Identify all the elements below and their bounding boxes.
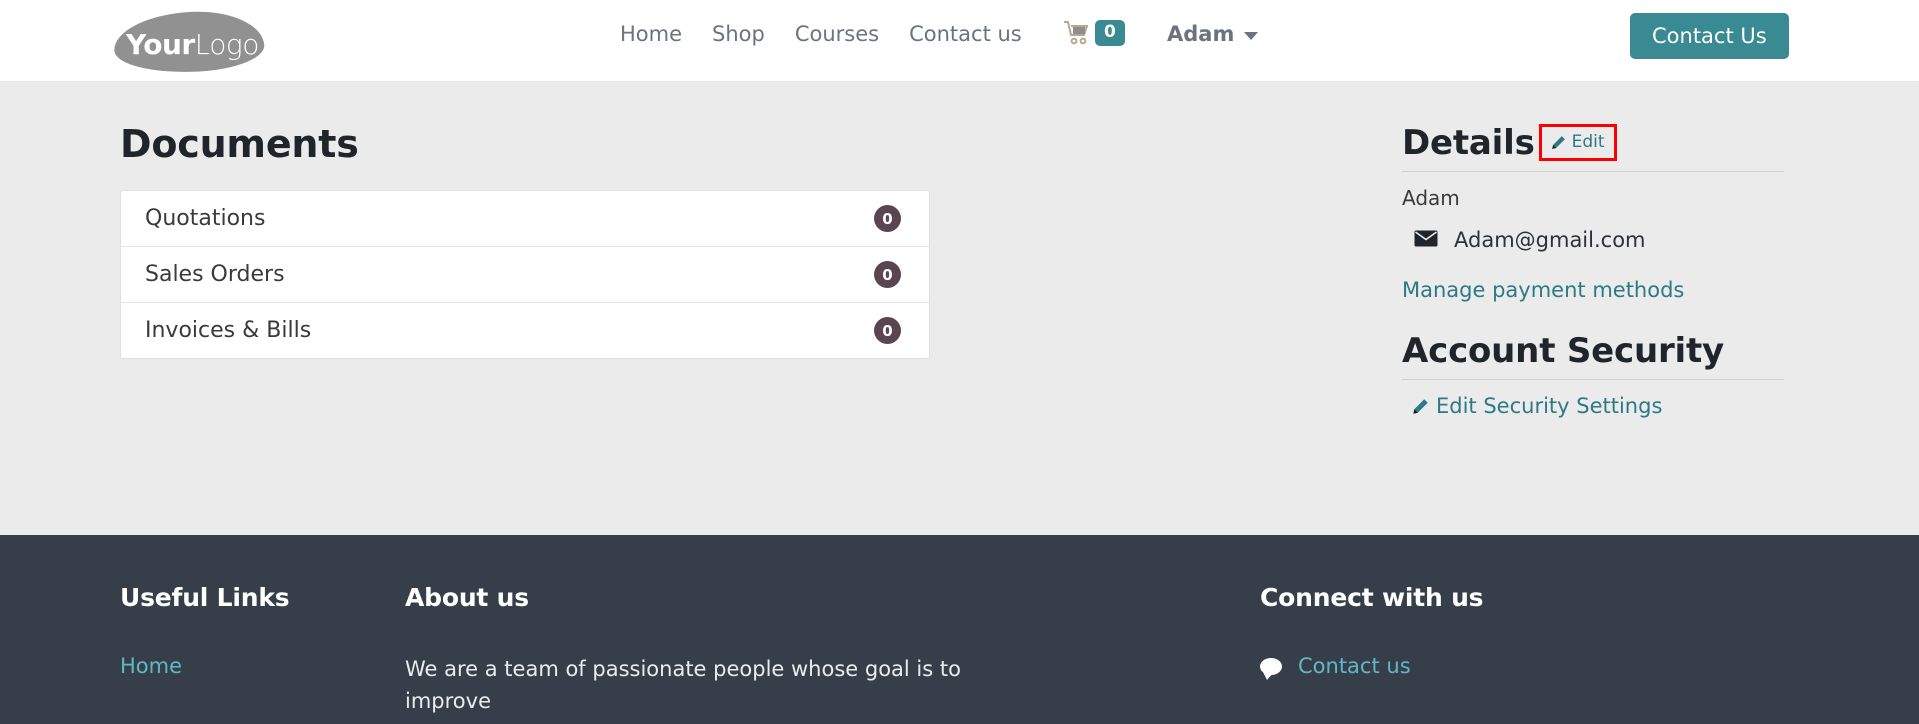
document-row-count: 0 bbox=[874, 205, 901, 232]
footer-useful-links: Useful Links Home bbox=[120, 583, 380, 678]
details-title: Details bbox=[1402, 123, 1535, 164]
shopping-cart-icon bbox=[1063, 20, 1093, 46]
list-item[interactable]: Quotations 0 bbox=[121, 191, 929, 247]
cart-button[interactable]: 0 bbox=[1063, 20, 1125, 46]
details-divider bbox=[1402, 171, 1784, 172]
logo-bold-text: Your bbox=[126, 28, 195, 61]
footer-about-us: About us We are a team of passionate peo… bbox=[405, 583, 1005, 717]
details-email-row: Adam@gmail.com bbox=[1402, 228, 1784, 252]
user-menu-dropdown[interactable]: Adam bbox=[1167, 22, 1259, 46]
main-navigation: Home Shop Courses Contact us bbox=[620, 22, 1022, 46]
details-header: Details Edit bbox=[1402, 116, 1784, 162]
pencil-icon bbox=[1412, 398, 1428, 414]
account-security-divider bbox=[1402, 378, 1784, 380]
contact-us-button[interactable]: Contact Us bbox=[1630, 13, 1789, 59]
page-body: Documents Quotations 0 Sales Orders 0 In… bbox=[0, 82, 1919, 535]
documents-list: Quotations 0 Sales Orders 0 Invoices & B… bbox=[120, 190, 930, 359]
details-user-name: Adam bbox=[1402, 186, 1460, 210]
list-item[interactable]: Sales Orders 0 bbox=[121, 247, 929, 303]
nav-item-shop[interactable]: Shop bbox=[712, 22, 765, 46]
document-row-label: Sales Orders bbox=[145, 262, 285, 287]
site-logo[interactable]: YourLogo bbox=[112, 6, 266, 76]
edit-details-link[interactable]: Edit bbox=[1551, 132, 1605, 152]
edit-details-highlight[interactable]: Edit bbox=[1538, 124, 1617, 161]
user-menu-label: Adam bbox=[1167, 22, 1235, 46]
footer-connect-title: Connect with us bbox=[1260, 583, 1484, 612]
account-security-section: Account Security Edit Security Settings bbox=[1402, 331, 1784, 418]
footer-about-us-title: About us bbox=[405, 583, 529, 612]
logo-light-text: Logo bbox=[194, 28, 260, 61]
details-section: Details Edit Adam Adam@gmail.com Manage … bbox=[1402, 116, 1784, 418]
site-footer: Useful Links Home About us We are a team… bbox=[0, 535, 1919, 724]
document-row-label: Invoices & Bills bbox=[145, 318, 312, 343]
envelope-icon bbox=[1414, 230, 1438, 251]
nav-item-courses[interactable]: Courses bbox=[795, 22, 879, 46]
pencil-icon bbox=[1551, 135, 1566, 150]
document-row-label: Quotations bbox=[145, 206, 266, 231]
speech-bubble-icon bbox=[1260, 657, 1282, 680]
edit-details-label: Edit bbox=[1571, 132, 1605, 152]
account-security-title: Account Security bbox=[1402, 331, 1725, 371]
cart-count-badge: 0 bbox=[1095, 20, 1125, 46]
footer-contact-row[interactable]: Contact us bbox=[1260, 654, 1660, 680]
documents-section: Documents Quotations 0 Sales Orders 0 In… bbox=[120, 122, 930, 359]
nav-item-home[interactable]: Home bbox=[620, 22, 682, 46]
footer-useful-links-title: Useful Links bbox=[120, 583, 290, 612]
chevron-down-icon bbox=[1244, 32, 1259, 40]
footer-link-home[interactable]: Home bbox=[120, 654, 182, 678]
edit-security-settings-link[interactable]: Edit Security Settings bbox=[1436, 394, 1662, 418]
footer-connect: Connect with us Contact us bbox=[1260, 583, 1660, 680]
site-header: YourLogo Home Shop Courses Contact us 0 … bbox=[0, 0, 1919, 82]
list-item[interactable]: Invoices & Bills 0 bbox=[121, 303, 929, 358]
documents-title: Documents bbox=[120, 122, 359, 166]
logo-text: YourLogo bbox=[126, 28, 259, 61]
details-email-value: Adam@gmail.com bbox=[1454, 228, 1646, 252]
document-row-count: 0 bbox=[874, 261, 901, 288]
footer-link-contact-us[interactable]: Contact us bbox=[1298, 654, 1411, 678]
manage-payment-methods-link[interactable]: Manage payment methods bbox=[1402, 278, 1684, 302]
footer-about-us-text: We are a team of passionate people whose… bbox=[405, 657, 961, 713]
nav-item-contact-us[interactable]: Contact us bbox=[909, 22, 1022, 46]
edit-security-settings-row[interactable]: Edit Security Settings bbox=[1402, 394, 1784, 418]
document-row-count: 0 bbox=[874, 317, 901, 344]
